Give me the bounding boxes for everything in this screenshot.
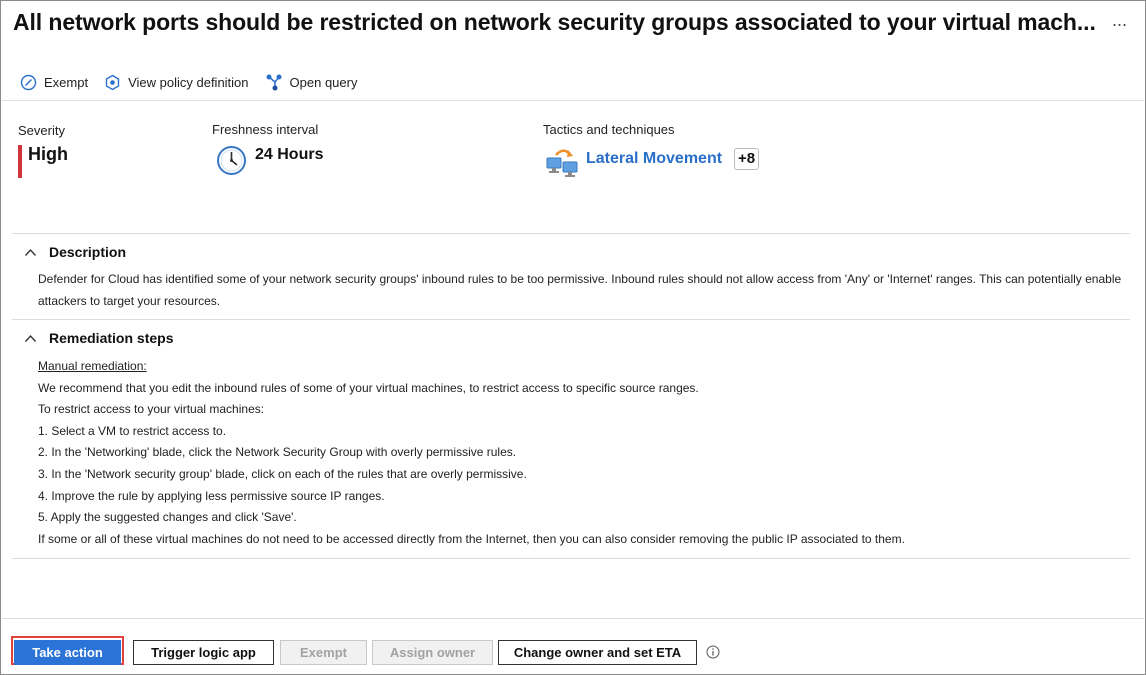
remediation-step: 2. In the 'Networking' blade, click the … <box>38 445 517 460</box>
severity-label: Severity <box>18 123 65 138</box>
page-title: All network ports should be restricted o… <box>13 9 1096 35</box>
take-action-button[interactable]: Take action <box>14 640 121 665</box>
footer-divider <box>2 618 1144 619</box>
exempt-button[interactable]: Exempt <box>280 640 367 665</box>
query-icon <box>266 74 282 91</box>
severity-value: High <box>28 144 68 164</box>
tactics-count-badge[interactable]: +8 <box>734 148 760 170</box>
remediation-step: 4. Improve the rule by applying less per… <box>38 488 385 503</box>
description-section-toggle[interactable]: Description <box>24 244 126 260</box>
description-text: Defender for Cloud has identified some o… <box>38 272 1122 308</box>
policy-icon <box>105 74 120 90</box>
tactic-link[interactable]: Lateral Movement <box>586 150 722 168</box>
view-policy-definition-label: View policy definition <box>128 74 249 90</box>
tactics-label: Tactics and techniques <box>543 122 675 137</box>
open-query-command[interactable]: Open query <box>265 73 358 91</box>
remediation-bottom-divider <box>12 558 1130 559</box>
exempt-icon <box>20 74 37 90</box>
freshness-value: 24 Hours <box>255 146 324 163</box>
info-icon[interactable] <box>706 645 720 659</box>
change-owner-button[interactable]: Change owner and set ETA <box>498 640 697 665</box>
remediation-step: 1. Select a VM to restrict access to. <box>38 423 227 438</box>
remediation-step: 3. In the 'Network security group' blade… <box>38 466 527 481</box>
chevron-up-icon <box>24 248 37 256</box>
description-divider <box>12 233 1130 234</box>
lateral-movement-icon <box>546 149 578 177</box>
chevron-up-icon <box>24 334 37 342</box>
manual-remediation-heading: Manual remediation: <box>38 359 147 373</box>
remediation-line: We recommend that you edit the inbound r… <box>38 380 699 395</box>
more-options-icon[interactable]: ... <box>1112 10 1127 31</box>
remediation-step: 5. Apply the suggested changes and click… <box>38 510 297 525</box>
remediation-heading: Remediation steps <box>49 330 174 346</box>
command-bar: Exempt View policy definition Open query <box>20 72 373 92</box>
exempt-command-label: Exempt <box>44 74 89 90</box>
remediation-steps: Manual remediation: We recommend that yo… <box>38 356 905 550</box>
remediation-line: If some or all of these virtual machines… <box>38 531 905 546</box>
open-query-label: Open query <box>289 74 358 90</box>
clock-icon <box>217 146 246 175</box>
trigger-logic-app-button[interactable]: Trigger logic app <box>133 640 274 665</box>
remediation-divider <box>12 319 1130 320</box>
description-heading: Description <box>49 244 127 260</box>
exempt-command[interactable]: Exempt <box>20 74 88 91</box>
freshness-label: Freshness interval <box>212 122 319 137</box>
toolbar-divider <box>2 100 1144 101</box>
severity-indicator <box>18 145 22 178</box>
remediation-section-toggle[interactable]: Remediation steps <box>24 330 173 346</box>
assign-owner-button[interactable]: Assign owner <box>372 640 493 665</box>
view-policy-definition-command[interactable]: View policy definition <box>104 74 249 91</box>
remediation-line: To restrict access to your virtual machi… <box>38 402 265 417</box>
